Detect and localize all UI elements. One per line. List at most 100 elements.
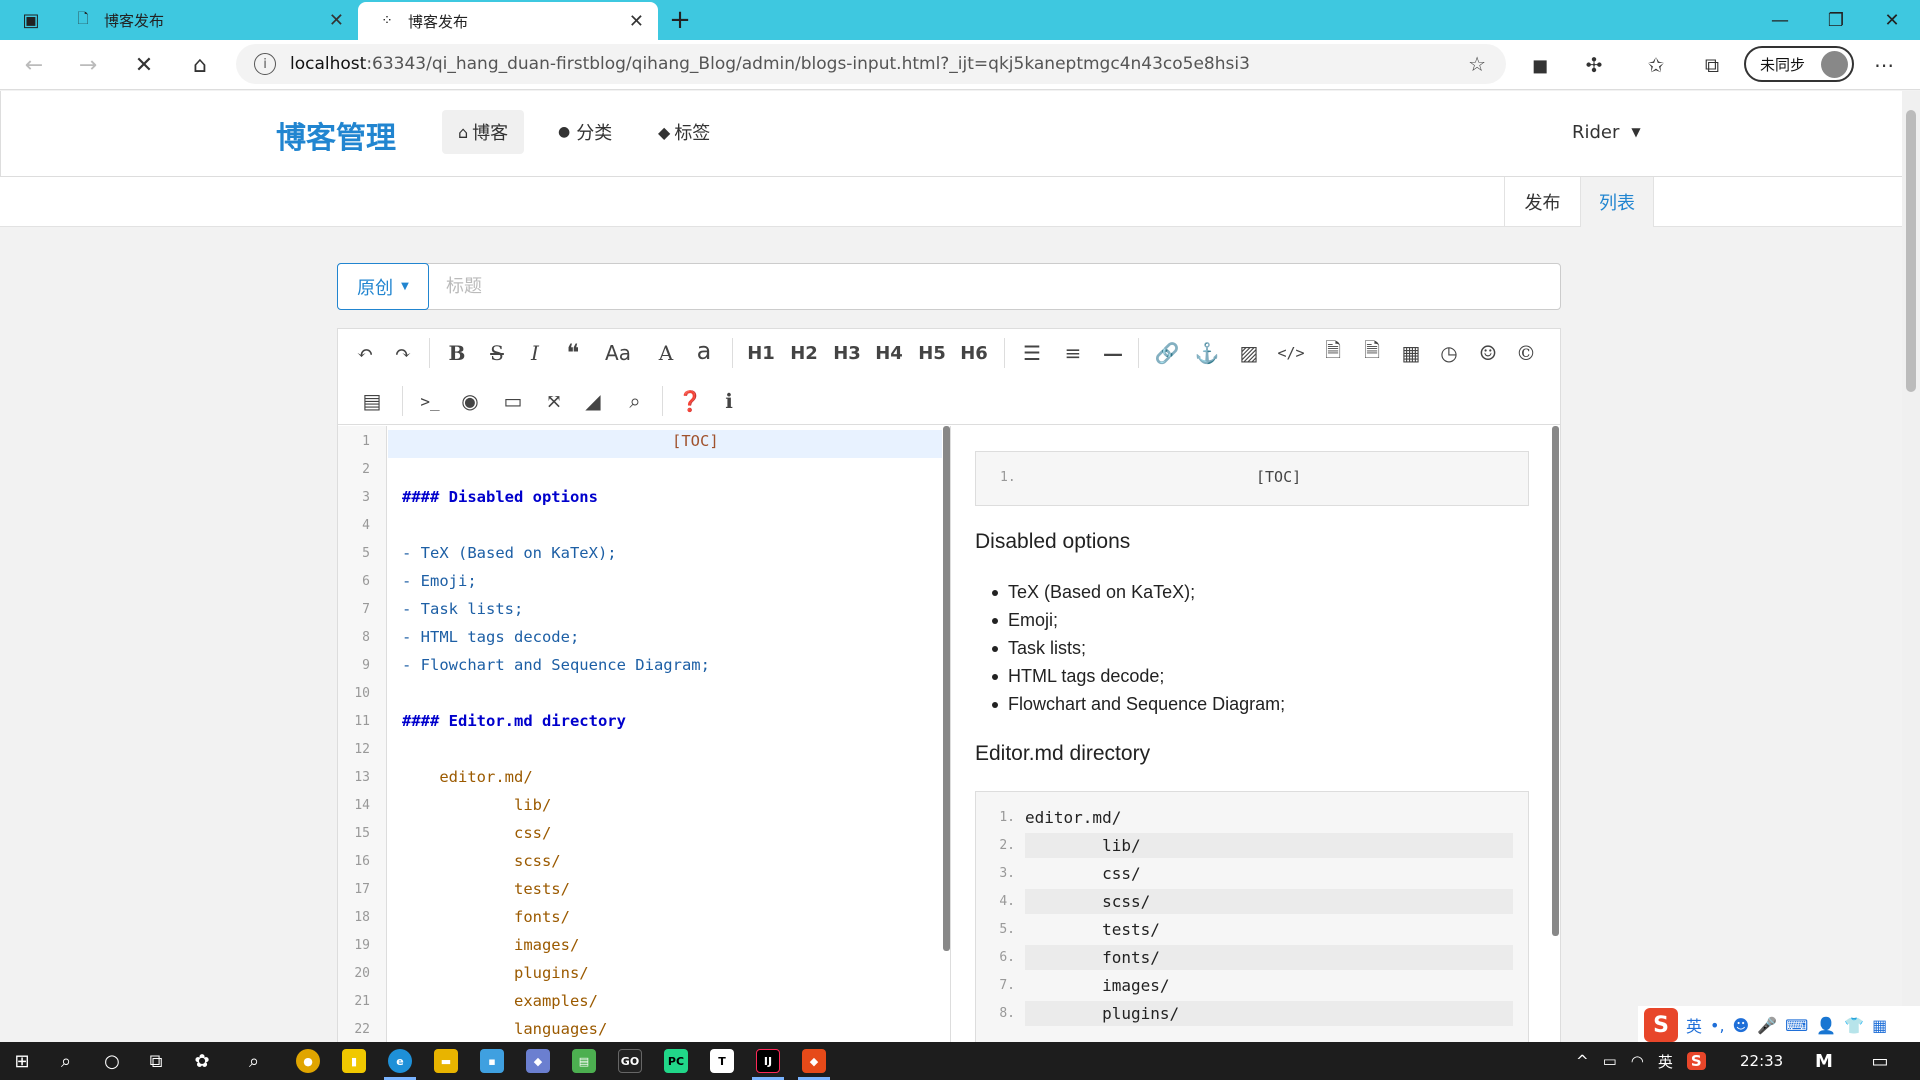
new-tab-button[interactable]: + <box>664 4 696 36</box>
nav-item-category[interactable]: ● 分类 <box>542 110 628 154</box>
back-arrow-icon[interactable]: ← <box>18 49 50 81</box>
h5-icon[interactable]: H5 <box>915 335 949 371</box>
close-window-icon[interactable]: ✕ <box>1864 0 1920 40</box>
wifi-icon[interactable]: ◠ <box>1631 1052 1644 1070</box>
redo-icon[interactable]: ↷ <box>386 335 420 371</box>
battery-icon[interactable]: ▭ <box>1603 1052 1617 1070</box>
preview-scrollbar[interactable] <box>1552 426 1559 936</box>
brand-title[interactable]: 博客管理 <box>276 113 396 157</box>
minimize-icon[interactable]: — <box>1752 0 1808 40</box>
tray-expand-icon[interactable]: ^ <box>1576 1052 1589 1070</box>
pycharm-icon[interactable]: PC <box>664 1049 688 1073</box>
quote-icon[interactable]: ❝ <box>556 335 590 371</box>
goto-line-icon[interactable]: >_ <box>413 383 447 419</box>
notepad-icon[interactable]: ▤ <box>572 1049 596 1073</box>
browser-tab-2[interactable]: ⁘ 博客发布 ✕ <box>358 2 658 40</box>
site-info-icon[interactable]: i <box>254 53 276 75</box>
restore-icon[interactable]: ❐ <box>1808 0 1864 40</box>
app-tray-icon[interactable]: M <box>1808 1045 1840 1077</box>
page-scrollbar-thumb[interactable] <box>1906 110 1916 392</box>
nav-item-blog[interactable]: ⌂ 博客 <box>442 110 525 154</box>
h6-icon[interactable]: H6 <box>957 335 991 371</box>
app-icon[interactable]: ▪ <box>480 1049 504 1073</box>
cortana-icon[interactable]: ○ <box>96 1045 128 1077</box>
emoji-icon[interactable]: ☺ <box>1471 335 1505 371</box>
sogou-tray-icon[interactable]: S <box>1686 1052 1706 1070</box>
app-icon[interactable]: ✿ <box>186 1045 218 1077</box>
more-options-icon[interactable]: ⋯ <box>1868 50 1900 80</box>
italic-icon[interactable]: I <box>518 335 552 371</box>
add-favorite-icon[interactable]: ☆ <box>1468 52 1486 76</box>
editor-scrollbar[interactable] <box>943 426 950 951</box>
link-icon[interactable]: 🔗 <box>1150 335 1184 371</box>
h4-icon[interactable]: H4 <box>872 335 906 371</box>
sub-menu-list[interactable]: 列表 <box>1580 177 1654 227</box>
skin-icon[interactable]: 👕 <box>1844 1016 1864 1035</box>
h3-icon[interactable]: H3 <box>830 335 864 371</box>
grid-icon[interactable]: ▦ <box>1872 1016 1887 1035</box>
punctuation-icon[interactable]: •, <box>1710 1016 1725 1035</box>
extension-icon[interactable]: ◼ <box>1524 50 1556 80</box>
emoji-icon[interactable]: ☻ <box>1733 1016 1750 1035</box>
code-block-icon[interactable]: 🗎 <box>1316 335 1350 371</box>
pagebreak-icon[interactable]: ▤ <box>355 383 389 419</box>
collections-icon[interactable]: ⧉ <box>1696 50 1728 80</box>
lowercase-icon[interactable]: a <box>687 333 721 369</box>
app-icon[interactable]: ◆ <box>526 1049 550 1073</box>
code-icon[interactable]: </> <box>1274 335 1308 371</box>
nav-item-tags[interactable]: ◆ 标签 <box>642 110 726 154</box>
typora-icon[interactable]: T <box>710 1049 734 1073</box>
title-input[interactable] <box>430 264 1560 309</box>
extensions-puzzle-icon[interactable]: ✣ <box>1578 50 1610 80</box>
tab-actions-icon[interactable]: ▣ <box>14 6 48 34</box>
search-icon[interactable]: ⌕ <box>50 1045 82 1077</box>
bold-icon[interactable]: B <box>440 335 474 371</box>
fullscreen-icon[interactable]: ⤧ <box>537 383 571 419</box>
ordered-list-icon[interactable]: ≡ <box>1056 335 1090 371</box>
datetime-icon[interactable]: ◷ <box>1432 335 1466 371</box>
url-bar[interactable]: i localhost:63343/qi_hang_duan-firstblog… <box>236 44 1506 84</box>
preformatted-icon[interactable]: 🗎 <box>1355 335 1389 371</box>
image-icon[interactable]: ▨ <box>1232 335 1266 371</box>
intellij-icon[interactable]: IJ <box>756 1049 780 1073</box>
user-menu[interactable]: Rider ▼ <box>1572 110 1641 154</box>
sub-menu-publish[interactable]: 发布 <box>1504 177 1580 227</box>
sticky-notes-icon[interactable]: ▮ <box>342 1049 366 1073</box>
stop-loading-icon[interactable]: ✕ <box>128 49 160 81</box>
horizontal-rule-icon[interactable]: — <box>1096 335 1130 371</box>
capitalize-icon[interactable]: A <box>649 335 683 371</box>
task-view-icon[interactable]: ⧉ <box>140 1045 172 1077</box>
edge-icon[interactable]: e <box>388 1049 412 1073</box>
keyboard-icon[interactable]: ⌨ <box>1785 1016 1808 1035</box>
close-tab-icon[interactable]: ✕ <box>329 10 344 31</box>
notification-center-icon[interactable]: ▭ <box>1864 1045 1896 1077</box>
clock[interactable]: 22:33 <box>1740 1042 1783 1080</box>
clear-icon[interactable]: ◢ <box>576 383 610 419</box>
info-icon[interactable]: ℹ <box>712 383 746 419</box>
user-icon[interactable]: 👤 <box>1816 1016 1836 1035</box>
search-app-icon[interactable]: ⌕ <box>238 1045 270 1077</box>
article-type-dropdown[interactable]: 原创 ▼ <box>337 263 429 310</box>
search-icon[interactable]: ⌕ <box>618 383 652 419</box>
browser-tab-1[interactable]: 🗋 博客发布 ✕ <box>62 0 358 40</box>
help-icon[interactable]: ❓ <box>673 383 707 419</box>
ime-lang[interactable]: 英 <box>1686 1013 1702 1037</box>
voice-icon[interactable]: 🎤 <box>1757 1016 1777 1035</box>
h2-icon[interactable]: H2 <box>787 335 821 371</box>
home-icon[interactable]: ⌂ <box>184 49 216 81</box>
forward-arrow-icon[interactable]: → <box>72 49 104 81</box>
ime-toolbar[interactable]: S 英 •, ☻ 🎤 ⌨ 👤 👕 ▦ <box>1638 1006 1920 1044</box>
chrome-icon[interactable]: ● <box>296 1049 320 1073</box>
html-entities-icon[interactable]: © <box>1509 335 1543 371</box>
strikethrough-icon[interactable]: S <box>480 335 514 371</box>
uppercase-icon[interactable]: Aa <box>601 335 635 371</box>
windows-start-icon[interactable]: ⊞ <box>6 1045 38 1077</box>
table-icon[interactable]: ▦ <box>1394 335 1428 371</box>
unordered-list-icon[interactable]: ☰ <box>1015 335 1049 371</box>
favorites-icon[interactable]: ✩ <box>1640 50 1672 80</box>
watch-toggle-icon[interactable]: ◉ <box>453 383 487 419</box>
file-explorer-icon[interactable]: ▬ <box>434 1049 458 1073</box>
anchor-icon[interactable]: ⚓ <box>1190 335 1224 371</box>
h1-icon[interactable]: H1 <box>744 335 778 371</box>
profile-sync-button[interactable]: 未同步 <box>1744 46 1854 82</box>
